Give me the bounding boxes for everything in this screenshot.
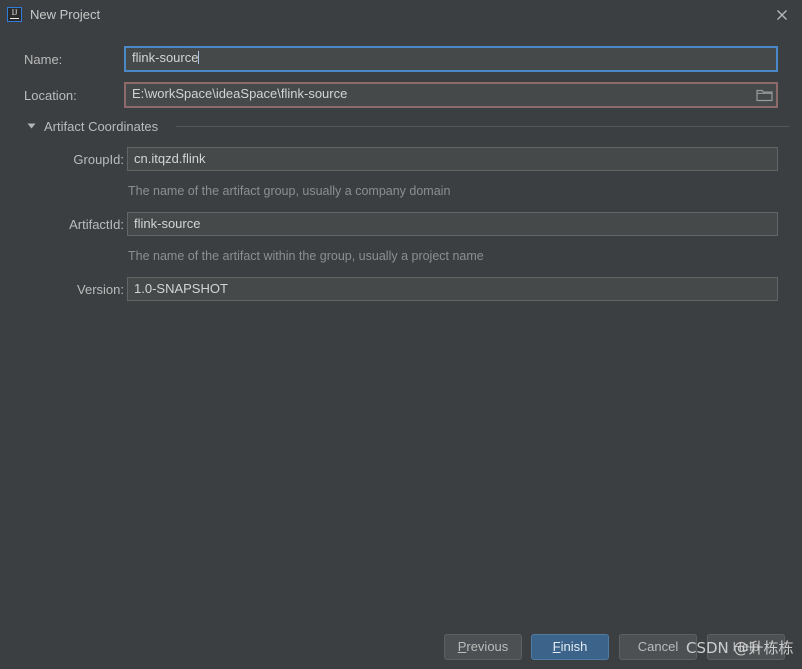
cancel-button[interactable]: Cancel	[619, 634, 697, 660]
project-location-input[interactable]: E:\workSpace\ideaSpace\flink-source	[124, 82, 778, 108]
artifactid-hint: The name of the artifact within the grou…	[128, 249, 484, 263]
version-value: 1.0-SNAPSHOT	[134, 281, 228, 296]
groupid-value: cn.itqzd.flink	[134, 151, 206, 166]
dialog-title: New Project	[30, 7, 101, 22]
artifactid-input[interactable]: flink-source	[127, 212, 778, 236]
dialog-title-bar: IJ New Project	[0, 0, 802, 30]
name-label: Name:	[24, 52, 63, 67]
groupid-label: GroupId:	[73, 152, 124, 167]
close-icon[interactable]	[772, 5, 792, 25]
location-label: Location:	[24, 88, 77, 103]
app-icon-underline	[10, 17, 19, 19]
intellij-idea-logo-icon: IJ	[7, 7, 22, 22]
finish-button[interactable]: Finish	[531, 634, 609, 660]
cancel-button-label: Cancel	[637, 639, 679, 654]
groupid-hint: The name of the artifact group, usually …	[128, 184, 451, 198]
artifactid-value: flink-source	[134, 216, 201, 231]
finish-button-label: inish	[560, 639, 588, 654]
folder-icon[interactable]	[755, 87, 775, 103]
artifact-coordinates-section-title[interactable]: Artifact Coordinates	[44, 118, 158, 135]
help-button-label: Help	[732, 639, 760, 654]
project-name-value: flink-source	[132, 50, 199, 65]
dialog-body: Name: flink-source Location: E:\workSpac…	[0, 30, 802, 620]
artifactid-label: ArtifactId:	[69, 217, 124, 232]
previous-button-label: revious	[466, 639, 509, 654]
section-separator	[176, 126, 789, 127]
finish-button-mnemonic: F	[552, 639, 561, 654]
text-caret	[198, 51, 200, 64]
project-name-input[interactable]: flink-source	[124, 46, 778, 72]
chevron-down-icon[interactable]	[27, 123, 36, 129]
project-location-value: E:\workSpace\ideaSpace\flink-source	[132, 86, 348, 101]
help-button[interactable]: Help	[707, 634, 785, 660]
app-icon-letters: IJ	[11, 8, 18, 17]
version-label: Version:	[77, 282, 124, 297]
groupid-input[interactable]: cn.itqzd.flink	[127, 147, 778, 171]
previous-button[interactable]: Previous	[444, 634, 522, 660]
version-input[interactable]: 1.0-SNAPSHOT	[127, 277, 778, 301]
